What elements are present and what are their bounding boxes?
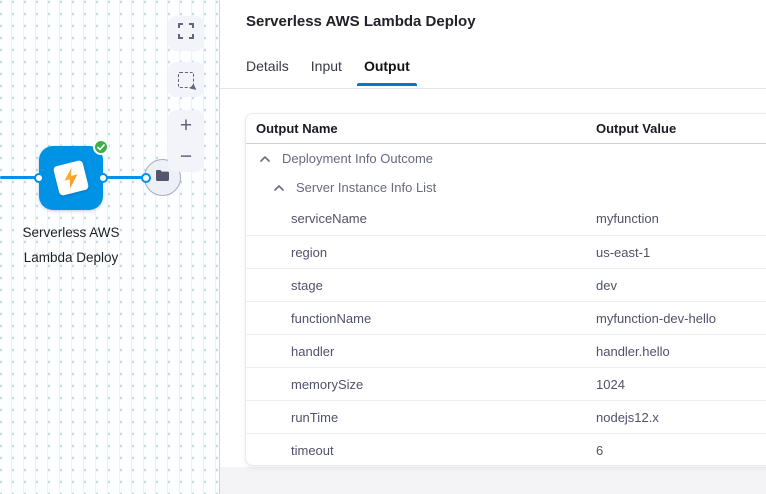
panel-tabs: Details Input Output [246, 58, 410, 84]
table-row: functionName myfunction-dev-hello [246, 301, 766, 334]
column-header-output-name: Output Name [246, 121, 596, 136]
output-name-cell: timeout [246, 443, 596, 458]
output-name-cell: runTime [246, 410, 596, 425]
table-row: timeout 6 [246, 433, 766, 466]
zoom-in-button[interactable]: + [168, 110, 204, 141]
output-value-cell: us-east-1 [596, 245, 766, 260]
output-value-cell: handler.hello [596, 344, 766, 359]
column-header-output-value: Output Value [596, 121, 766, 136]
zoom-controls: + − [168, 110, 204, 172]
circle-port-left[interactable] [141, 173, 151, 183]
node-port-left[interactable] [34, 173, 44, 183]
group-row-deployment-info-outcome[interactable]: Deployment Info Outcome [246, 144, 766, 173]
output-table-header: Output Name Output Value [246, 114, 766, 144]
fullscreen-icon [178, 23, 194, 44]
step-success-badge [93, 139, 109, 155]
output-value-cell: nodejs12.x [596, 410, 766, 425]
tab-output[interactable]: Output [364, 58, 410, 84]
pipeline-canvas[interactable]: + − [0, 0, 220, 494]
collapse-chevron-icon[interactable] [274, 185, 284, 191]
tab-input[interactable]: Input [311, 58, 342, 84]
output-table-card: Output Name Output Value Deployment Info… [245, 113, 766, 466]
table-row: runTime nodejs12.x [246, 400, 766, 433]
step-node-serverless-aws-lambda-deploy[interactable] [39, 146, 103, 210]
output-value-cell: myfunction-dev-hello [596, 311, 766, 326]
fullscreen-button[interactable] [168, 16, 204, 51]
table-row: memorySize 1024 [246, 367, 766, 400]
group-label: Deployment Info Outcome [282, 151, 433, 166]
output-value-cell: 1024 [596, 377, 766, 392]
node-port-right[interactable] [98, 173, 108, 183]
check-icon [97, 144, 105, 151]
output-name-cell: functionName [246, 311, 596, 326]
output-value-cell: 6 [596, 443, 766, 458]
table-row: region us-east-1 [246, 235, 766, 268]
zoom-out-button[interactable]: − [168, 141, 204, 172]
group-row-server-instance-info-list[interactable]: Server Instance Info List [246, 173, 766, 202]
table-row: handler handler.hello [246, 334, 766, 367]
output-rows: serviceName myfunction region us-east-1 … [246, 202, 766, 466]
step-details-panel: Serverless AWS Lambda Deploy Details Inp… [220, 0, 766, 494]
node-label: Serverless AWS Lambda Deploy [1, 220, 141, 270]
output-name-cell: handler [246, 344, 596, 359]
app-window: + − [0, 0, 766, 494]
output-name-cell: stage [246, 278, 596, 293]
tabs-divider [220, 88, 766, 89]
output-value-cell: myfunction [596, 211, 766, 226]
tab-details[interactable]: Details [246, 58, 289, 84]
marquee-select-icon [178, 72, 194, 88]
output-name-cell: memorySize [246, 377, 596, 392]
lambda-step-icon [53, 160, 89, 196]
panel-title: Serverless AWS Lambda Deploy [246, 13, 476, 30]
output-value-cell: dev [596, 278, 766, 293]
group-label: Server Instance Info List [296, 180, 436, 195]
table-row: stage dev [246, 268, 766, 301]
output-name-cell: region [246, 245, 596, 260]
panel-footer-background [220, 467, 766, 494]
collapse-chevron-icon[interactable] [260, 156, 270, 162]
marquee-select-button[interactable] [168, 62, 204, 97]
output-name-cell: serviceName [246, 211, 596, 226]
table-row: serviceName myfunction [246, 202, 766, 235]
